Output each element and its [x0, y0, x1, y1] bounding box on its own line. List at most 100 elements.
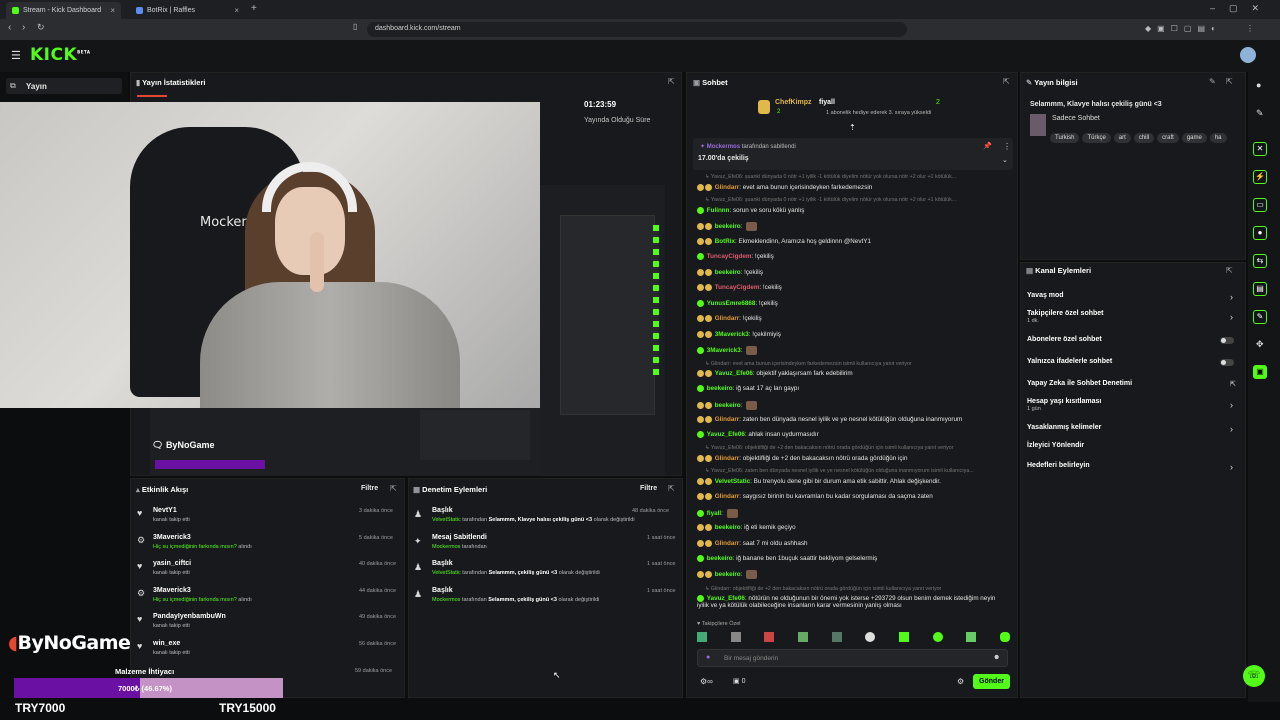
chat-username[interactable]: Glindarr [715, 184, 740, 191]
toolbar-button[interactable]: ⇆ [1253, 254, 1267, 268]
toolbar-button[interactable]: ✎ [1253, 310, 1267, 324]
chat-username[interactable]: beekeiro [715, 571, 741, 578]
chat-username[interactable]: 3Maverick3 [715, 331, 749, 338]
channel-action[interactable]: Yavaş mod [1027, 292, 1064, 299]
popout-icon[interactable]: ⇱ [1003, 77, 1010, 86]
chevron-right-icon[interactable]: › [1230, 462, 1233, 472]
tag[interactable]: craft [1157, 133, 1179, 143]
tag[interactable]: chill [1133, 133, 1155, 143]
chat-username[interactable]: VelvetStatic [715, 478, 750, 485]
nav-item-yayin[interactable]: ⧉ Yayın [6, 78, 122, 94]
menu-icon[interactable]: ⋮ [1246, 24, 1254, 33]
chevron-right-icon[interactable]: › [1230, 400, 1233, 410]
chat-username[interactable]: 3Maverick3 [707, 347, 741, 354]
hamburger-icon[interactable]: ☰ [11, 49, 21, 62]
chat-username[interactable]: Yavuz_Efe06 [715, 370, 753, 377]
emote-icon[interactable] [764, 632, 775, 642]
chevron-down-icon[interactable]: ⌄ [1002, 156, 1008, 164]
new-tab-icon[interactable]: + [251, 3, 257, 14]
settings-icon[interactable]: ⚙ [957, 677, 964, 686]
toolbar-button[interactable]: ✕ [1253, 142, 1267, 156]
reload-icon[interactable]: ↻ [37, 22, 45, 33]
toggle-switch[interactable] [1220, 337, 1234, 344]
channel-action[interactable]: Takipçilere özel sohbet 1 dk. [1027, 310, 1104, 324]
popout-icon[interactable]: ⇱ [1226, 266, 1233, 275]
tag[interactable]: ha [1209, 133, 1227, 143]
moderation-actor[interactable]: Mockermos [432, 544, 460, 550]
chat-username[interactable]: beekeiro [715, 524, 741, 531]
activity-user[interactable]: yasin_ciftci [153, 560, 191, 567]
chat-username[interactable]: Glindarr [715, 493, 740, 500]
chat-username[interactable]: Glindarr [715, 315, 740, 322]
window-controls[interactable]: –▢✕ [1210, 3, 1273, 14]
toolbar-button-active[interactable]: ▣ [1253, 365, 1267, 379]
pinned-menu-icon[interactable]: ⋮ [1003, 142, 1011, 151]
chat-username[interactable]: beekeiro [707, 385, 733, 392]
popout-icon[interactable]: ⇱ [1226, 77, 1233, 86]
toolbar-button[interactable]: ⚡ [1253, 170, 1267, 184]
mic-icon[interactable]: ● [706, 654, 710, 661]
chat-username[interactable]: Glindarr [715, 455, 740, 462]
channel-action[interactable]: Hedefleri belirleyin [1027, 462, 1090, 469]
activity-user[interactable]: 3Maverick3 [153, 534, 191, 541]
chat-username[interactable]: YunusEmre6868 [707, 300, 756, 307]
chat-username[interactable]: beekeiro [715, 402, 741, 409]
channel-action[interactable]: Yasaklanmış kelimeler [1027, 424, 1101, 431]
channel-action[interactable]: İzleyici Yönlendir [1027, 442, 1084, 449]
chevron-right-icon[interactable]: › [1230, 292, 1233, 302]
activity-user[interactable]: 3Maverick3 [153, 587, 191, 594]
browser-tab[interactable]: BotRix | Raffles × [130, 2, 245, 19]
tag[interactable]: Turkish [1050, 133, 1080, 143]
chat-username[interactable]: Glindarr [715, 416, 740, 423]
chat-input[interactable]: ● Bir mesaj gönderin ☻ [697, 649, 1008, 667]
url-field[interactable]: dashboard.kick.com/stream [367, 22, 907, 37]
chat-username[interactable]: Fulinnn [707, 207, 730, 214]
edit-icon[interactable]: ✎ [1209, 77, 1216, 86]
chevron-right-icon[interactable]: › [1230, 424, 1233, 434]
external-link-icon[interactable]: ⇱ [1230, 380, 1236, 388]
chat-username[interactable]: beekeiro [707, 555, 733, 562]
emote-icon[interactable] [730, 632, 741, 642]
close-icon[interactable]: × [110, 6, 115, 15]
back-icon[interactable]: ‹ [8, 22, 11, 33]
tag[interactable]: Türkçe [1082, 133, 1111, 143]
toggle-switch[interactable] [1220, 359, 1234, 366]
popout-icon[interactable]: ⇱ [668, 484, 675, 493]
moderation-actor[interactable]: VelvetStatic [432, 517, 461, 523]
mod-tools-icon[interactable]: ⚙∞ [700, 677, 713, 686]
info-icon[interactable]: ● [1256, 80, 1261, 90]
activity-user[interactable]: NevtY1 [153, 507, 177, 514]
send-button[interactable]: Gönder [973, 674, 1010, 689]
puzzle-icon[interactable]: ✥ [1256, 339, 1264, 350]
moderation-actor[interactable]: VelvetStatic [432, 570, 461, 576]
unpin-icon[interactable]: 📌 [983, 142, 992, 150]
scroll-top-icon[interactable]: ⇡ [849, 123, 856, 132]
emote-icon[interactable] [697, 632, 707, 642]
browser-tab-active[interactable]: Stream - Kick Dashboard × [6, 2, 121, 19]
chat-username[interactable]: fiyall [707, 510, 721, 517]
emote-icon[interactable] [932, 632, 943, 642]
chat-username[interactable]: beekeiro [715, 223, 741, 230]
popout-icon[interactable]: ⇱ [668, 77, 675, 86]
channel-action[interactable]: Yalnızca ifadelerle sohbet [1027, 358, 1112, 365]
channel-action[interactable]: Yapay Zeka ile Sohbet Denetimi [1027, 380, 1132, 387]
toolbar-button[interactable]: ● [1253, 226, 1267, 240]
extensions-icon[interactable]: ◆▣☐▢▤◐ [1145, 24, 1235, 34]
pen-icon[interactable]: ✎ [1256, 108, 1264, 119]
emote-icon[interactable] [831, 632, 842, 642]
toolbar-button[interactable]: ▤ [1253, 282, 1267, 296]
chat-username[interactable]: Glindarr [715, 540, 740, 547]
activity-filter-button[interactable]: Filtre [361, 485, 378, 492]
chevron-right-icon[interactable]: › [1230, 312, 1233, 322]
activity-user[interactable]: win_exe [153, 640, 180, 647]
channel-action[interactable]: Hesap yaşı kısıtlaması 1 gün [1027, 398, 1101, 412]
forward-icon[interactable]: › [22, 22, 25, 33]
bookmark-icon[interactable]: ▯ [353, 22, 357, 31]
chat-username[interactable]: beekeiro [715, 269, 741, 276]
avatar[interactable] [1240, 47, 1256, 63]
kick-logo[interactable]: KICKBETA [30, 45, 90, 65]
close-icon[interactable]: × [234, 6, 239, 15]
emote-icon[interactable] [797, 632, 808, 642]
activity-user[interactable]: PandayIyenbambuWn [153, 613, 226, 620]
chat-username[interactable]: BotRix [715, 238, 735, 245]
